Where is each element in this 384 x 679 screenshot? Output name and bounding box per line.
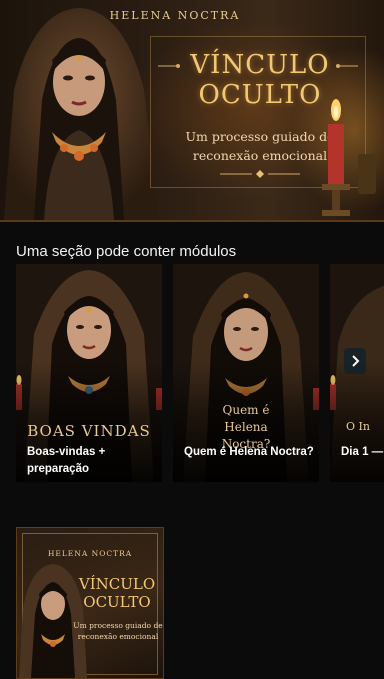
course-hero-banner: HELENA NOCTRA VÍNCULO OCULTO Um processo… [0,0,384,222]
module-overlay-title: O In [346,420,370,433]
cover-title: VÍNCULO OCULTO [69,575,163,611]
module-caption: Dia 1 — Reconex [341,446,384,458]
cover-subtitle: Um processo guiado de reconexão emociona… [73,621,163,641]
hero-author: HELENA NOCTRA [109,9,241,22]
module-card-boas-vindas[interactable]: BOAS VINDAS Boas-vindas + preparação [16,264,162,482]
module-card-quem-e-helena[interactable]: Quem é Helena Noctra? Quem é Helena Noct… [173,264,319,482]
cover-author: HELENA NOCTRA [47,549,133,558]
hero-title-line1: VÍNCULO [190,50,330,80]
divider-ornament-icon [220,170,300,178]
module-caption: Boas-vindas + preparação [27,446,106,475]
module-overlay-title: BOAS VINDAS [27,422,151,440]
carousel-next-button[interactable] [344,348,366,374]
cover-title-line2: OCULTO [83,593,151,611]
modules-carousel: BOAS VINDAS Boas-vindas + preparação Que… [16,264,384,484]
candle-icon [322,99,376,216]
woman-portrait-illustration [4,8,159,220]
cover-title-line1: VÍNCULO [78,575,156,593]
module-caption: Quem é Helena Noctra? [184,446,314,458]
chevron-right-icon [352,355,360,367]
section-title: Uma seção pode conter módulos [16,243,237,260]
course-cover-card[interactable]: HELENA NOCTRA VÍNCULO OCULTO Um processo… [16,527,164,679]
